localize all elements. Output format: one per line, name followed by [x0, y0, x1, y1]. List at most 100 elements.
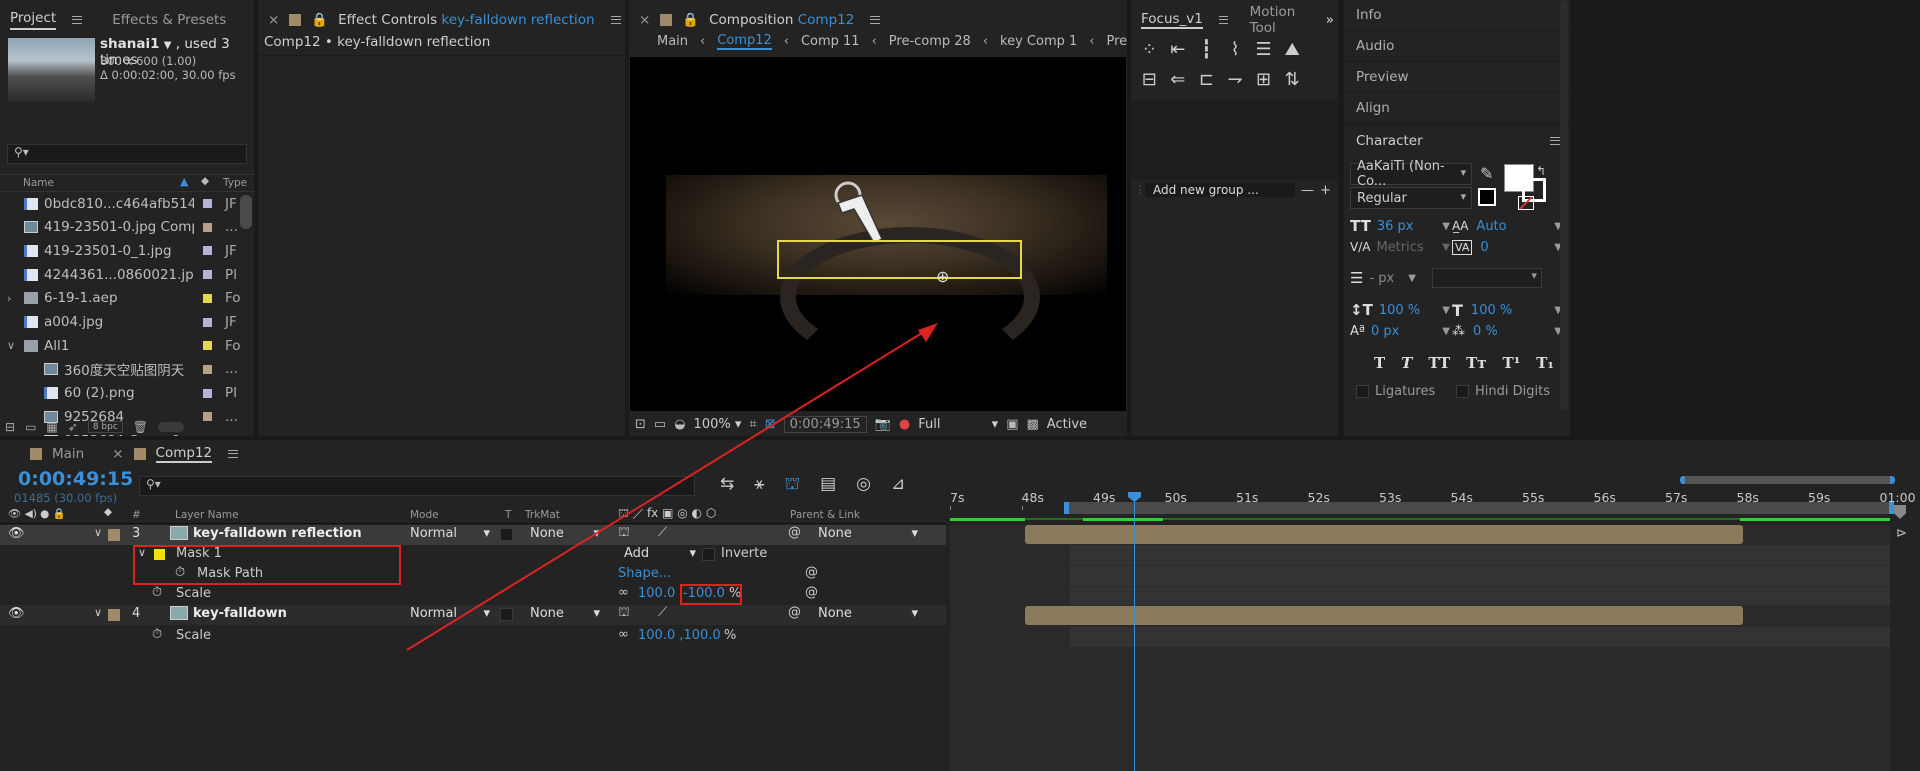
- select-icon[interactable]: ⁘: [1142, 39, 1157, 60]
- track-area[interactable]: [950, 525, 1890, 771]
- comp-mini-flowchart-icon[interactable]: ⇆: [720, 474, 734, 496]
- visibility-eye-icon[interactable]: 👁: [8, 606, 25, 621]
- current-time-display[interactable]: 0:00:49:15: [783, 415, 867, 433]
- leading-value[interactable]: Auto: [1476, 219, 1506, 234]
- mask-icon[interactable]: ◒: [674, 417, 685, 432]
- minus-icon[interactable]: —: [1301, 183, 1314, 198]
- scale-row-layer3[interactable]: ⏱ Scale ∞ 100.0 -100.0 % @: [0, 585, 946, 605]
- horizontal-scale-value[interactable]: 100 %: [1471, 303, 1512, 318]
- sort-up-icon[interactable]: ▲: [180, 175, 188, 188]
- breadcrumb-comp[interactable]: key Comp 1: [1000, 34, 1077, 49]
- kerning-value[interactable]: Metrics: [1376, 240, 1423, 255]
- pin-icon[interactable]: ⊏: [1199, 69, 1214, 90]
- no-color-icon[interactable]: [1518, 196, 1534, 210]
- faux-bold-icon[interactable]: T: [1374, 354, 1385, 372]
- move-left-icon[interactable]: ⇤: [1170, 39, 1185, 60]
- sort-icon[interactable]: ⇅: [1285, 69, 1300, 90]
- mask-mode-select[interactable]: Add ▾: [624, 546, 696, 561]
- stroke-dropdown-icon[interactable]: ▼: [1408, 273, 1416, 284]
- focus-menu-icon[interactable]: [1218, 16, 1228, 24]
- tab-effects-presets[interactable]: Effects & Presets: [112, 12, 226, 28]
- breadcrumb-comp[interactable]: Pre-comp 28: [889, 34, 971, 49]
- label-color-swatch[interactable]: [203, 317, 212, 327]
- project-menu-icon[interactable]: [72, 16, 83, 24]
- vscale-dropdown-icon[interactable]: ▼: [1442, 305, 1450, 316]
- column-type[interactable]: Type: [223, 177, 247, 189]
- breadcrumb-comp[interactable]: Comp12: [717, 33, 772, 50]
- expand-icon[interactable]: »: [1326, 12, 1334, 28]
- trash-icon[interactable]: 🗑: [133, 420, 148, 434]
- scale-row-layer4[interactable]: ⏱ Scale ∞ 100.0 ,100.0 %: [0, 627, 946, 647]
- eyedropper-icon[interactable]: ✎: [1480, 164, 1493, 183]
- timeline-search-input[interactable]: ⚲▾: [139, 476, 695, 496]
- layer-label-color[interactable]: [108, 609, 120, 621]
- region-icon[interactable]: ▣: [1006, 417, 1018, 432]
- timeline-current-time[interactable]: 0:00:49:15: [18, 468, 133, 490]
- preserve-transparency-toggle[interactable]: [500, 608, 513, 621]
- resolution-select[interactable]: Full ▾: [918, 417, 998, 432]
- column-mode[interactable]: Mode: [410, 509, 439, 521]
- lock-icon[interactable]: 🔒: [311, 12, 328, 28]
- pickwhip-icon[interactable]: @: [788, 525, 801, 540]
- faux-italic-icon[interactable]: T: [1401, 354, 1412, 372]
- parent-select[interactable]: None ▾: [818, 526, 918, 541]
- breadcrumb-comp[interactable]: Pre-com: [1107, 34, 1128, 49]
- swap-colors-icon[interactable]: ↰: [1536, 164, 1546, 178]
- right-panel-scrollbar[interactable]: [1560, 0, 1568, 410]
- effect-controls-menu-icon[interactable]: [610, 16, 621, 24]
- project-hscroll[interactable]: [158, 422, 185, 432]
- column-parent[interactable]: Parent & Link: [790, 509, 860, 521]
- column-trkmat[interactable]: TrkMat: [525, 509, 560, 521]
- close-icon[interactable]: ×: [112, 446, 123, 462]
- preserve-transparency-toggle[interactable]: [500, 528, 513, 541]
- lock-icon[interactable]: 🔒: [682, 12, 699, 28]
- small-caps-icon[interactable]: Tт: [1466, 354, 1486, 372]
- layer-bar-3[interactable]: [1025, 525, 1743, 544]
- baseline-dropdown-icon[interactable]: ▼: [1442, 326, 1450, 337]
- trkmat-select[interactable]: None ▾: [530, 526, 600, 541]
- dropdown-icon[interactable]: ▼: [164, 40, 172, 51]
- mountains-icon[interactable]: ⛰: [1285, 39, 1300, 60]
- time-navigator[interactable]: [1680, 476, 1895, 484]
- timeline-menu-icon[interactable]: [228, 450, 239, 458]
- always-preview-icon[interactable]: ⊡: [635, 417, 646, 432]
- panel-preview[interactable]: Preview: [1344, 62, 1570, 93]
- project-search-input[interactable]: ⚲▾: [7, 144, 247, 164]
- project-scrollbar[interactable]: [240, 195, 252, 229]
- panel-audio[interactable]: Audio: [1344, 31, 1570, 62]
- panel-align[interactable]: Align: [1344, 93, 1570, 124]
- folder-toggle-icon[interactable]: ∨: [7, 339, 15, 352]
- superscript-icon[interactable]: T¹: [1503, 354, 1521, 372]
- scale-values[interactable]: 100.0 ,100.0: [638, 628, 721, 643]
- visibility-eye-icon[interactable]: 👁: [8, 526, 25, 541]
- kerning-dropdown-icon[interactable]: ▼: [1442, 242, 1450, 253]
- expression-pickwhip-icon[interactable]: @: [805, 565, 818, 580]
- label-color-swatch[interactable]: [203, 341, 212, 351]
- snapshot-icon[interactable]: 📷: [875, 417, 891, 432]
- layer-label-color[interactable]: [108, 529, 120, 541]
- new-comp-icon[interactable]: ▦: [46, 420, 57, 434]
- pin-right-icon[interactable]: ⇁: [1227, 69, 1242, 90]
- transparency-grid-icon[interactable]: ▩: [1027, 417, 1039, 432]
- label-color-swatch[interactable]: [203, 222, 212, 232]
- active-camera[interactable]: Active: [1047, 417, 1087, 432]
- tab-comp12[interactable]: Comp12: [155, 445, 213, 463]
- font-style-select[interactable]: Regular: [1350, 187, 1472, 209]
- project-list-item[interactable]: ∨ All1 Fo: [0, 334, 241, 357]
- safe-margins-icon[interactable]: ⌗: [749, 417, 756, 432]
- font-family-select[interactable]: AaKaiTi (Non-Co...: [1350, 159, 1472, 189]
- label-color-swatch[interactable]: [203, 364, 212, 374]
- project-list-item[interactable]: a004.jpg JF: [0, 311, 240, 334]
- layer-row-4[interactable]: 👁 ∨ 4 key-falldown Normal ▾ None ▾ ⛫ ⟋ @ N…: [0, 605, 946, 625]
- pickwhip-icon[interactable]: @: [788, 605, 801, 620]
- add-group-icon[interactable]: ⊞: [1256, 69, 1271, 90]
- group-icon[interactable]: ⊟: [1142, 69, 1157, 90]
- close-icon[interactable]: ×: [268, 12, 279, 28]
- expression-pickwhip-icon[interactable]: @: [805, 585, 818, 600]
- draft-3d-icon[interactable]: ⚹: [754, 474, 764, 496]
- hindi-digits-checkbox[interactable]: [1456, 385, 1469, 398]
- scale-x-value[interactable]: 100.0: [638, 586, 675, 601]
- hindi-digits-option[interactable]: Hindi Digits: [1456, 384, 1550, 399]
- timeline-end-marker[interactable]: [1894, 505, 1906, 519]
- tab-focus[interactable]: Focus_v1: [1141, 11, 1203, 29]
